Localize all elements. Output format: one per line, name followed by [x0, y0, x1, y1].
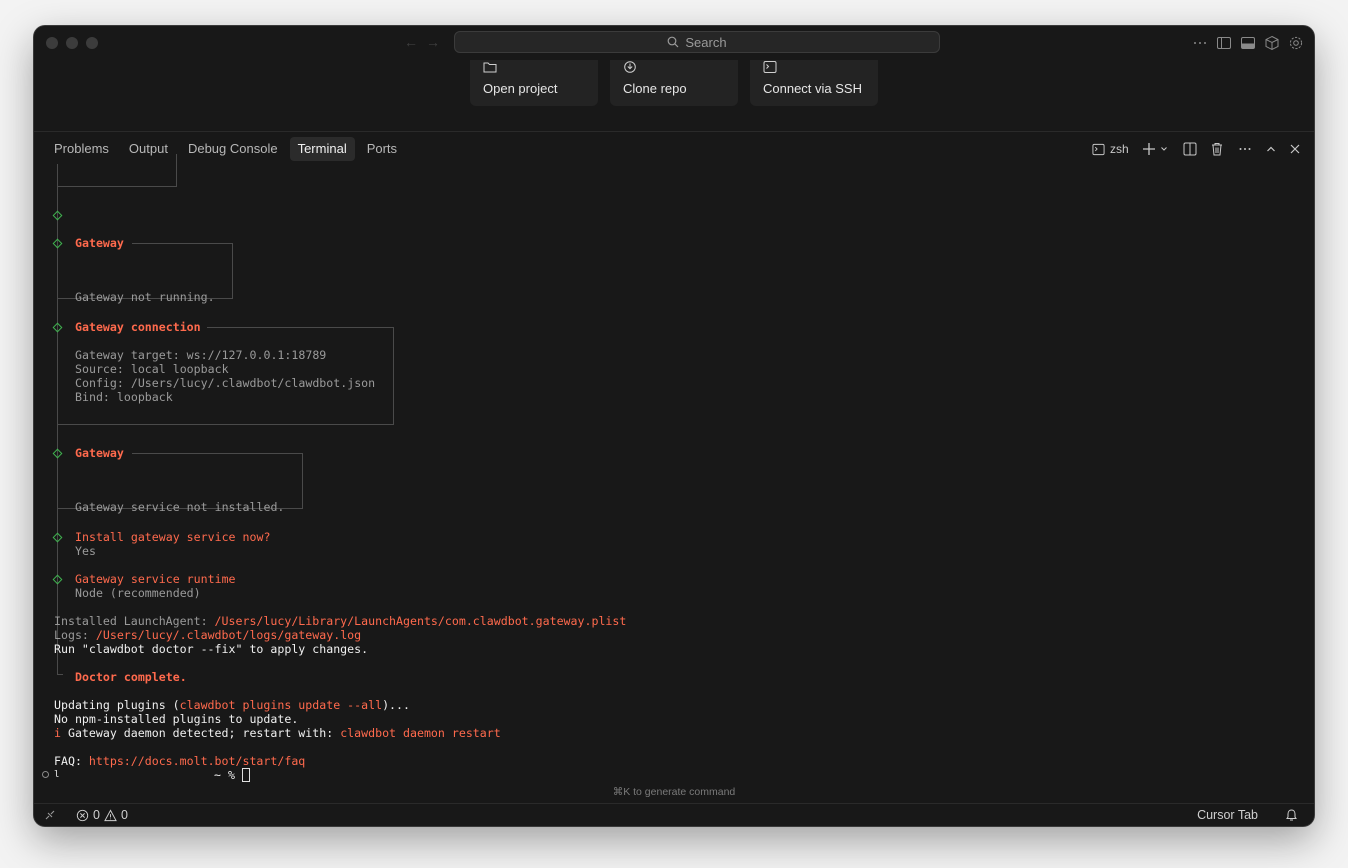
gateway-config-line: Config: /Users/lucy/.clawdbot/clawdbot.j… [75, 376, 376, 390]
warning-icon [104, 808, 117, 821]
tab-ports[interactable]: Ports [359, 137, 405, 161]
no-plugins-line: No npm-installed plugins to update. [54, 712, 299, 726]
quick-actions: Open project Clone repo Connect via SSH [34, 60, 1314, 132]
toggle-panel-icon[interactable] [1240, 35, 1256, 51]
open-project-label: Open project [483, 81, 558, 96]
runtime-question: Gateway service runtime [75, 572, 236, 586]
updating-command: clawdbot plugins update --all [179, 698, 383, 712]
trash-icon[interactable] [1210, 142, 1224, 156]
daemon-command: clawdbot daemon restart [340, 726, 501, 740]
panel-more-icon[interactable] [1238, 142, 1252, 156]
search-label: Search [685, 34, 727, 50]
notifications-bell-icon[interactable] [1285, 808, 1298, 822]
zoom-window-button[interactable] [86, 37, 98, 49]
problems-counter[interactable]: 0 0 [76, 804, 128, 826]
install-answer: Yes [75, 544, 96, 558]
step-diamond [52, 574, 63, 585]
gateway-service-title: Gateway [75, 446, 130, 460]
terminal-shell-icon [1092, 143, 1105, 155]
cube-icon[interactable] [1264, 35, 1280, 51]
run-doctor-line: Run "clawdbot doctor --fix" to apply cha… [54, 642, 369, 656]
updating-prefix: Updating plugins ( [54, 698, 180, 712]
remote-connection-icon[interactable] [44, 809, 56, 821]
prompt-indicator-icon [42, 771, 49, 778]
error-count: 0 [93, 808, 100, 822]
terminal-cursor[interactable] [242, 768, 250, 782]
info-mark: i [54, 726, 61, 740]
logs-line: Logs: /Users/lucy/.clawdbot/logs/gateway… [54, 628, 361, 642]
maximize-panel-icon[interactable] [1264, 142, 1278, 156]
forward-arrow-icon[interactable]: → [426, 34, 440, 50]
title-bar: ← → Search [34, 26, 1314, 60]
split-terminal-icon[interactable] [1183, 142, 1197, 156]
error-icon [76, 809, 89, 821]
tree-corner [57, 674, 63, 675]
terminal-icon [763, 61, 777, 73]
folder-icon [483, 62, 497, 73]
doctor-complete: Doctor complete. [75, 670, 187, 684]
more-icon[interactable] [1192, 35, 1208, 51]
cursor-tab-status[interactable]: Cursor Tab [1197, 804, 1258, 826]
gateway-connection-title: Gateway connection [75, 320, 207, 334]
back-arrow-icon[interactable]: ← [404, 34, 418, 50]
editor-window: ← → Search Open project Clone repo Conne… [34, 26, 1314, 826]
launchagent-prefix: Installed LaunchAgent: [54, 614, 215, 628]
previous-box [58, 154, 177, 187]
plus-icon [1143, 143, 1155, 155]
chevron-down-icon[interactable] [1160, 145, 1168, 153]
updating-plugins-line: Updating plugins (clawdbot plugins updat… [54, 698, 410, 712]
open-project-button[interactable]: Open project [470, 60, 598, 106]
daemon-text: Gateway daemon detected; restart with: [60, 726, 341, 740]
gateway-title: Gateway [75, 236, 130, 250]
gateway-bind-line: Bind: loopback [75, 390, 173, 404]
updating-suffix: )... [382, 698, 410, 712]
clone-repo-button[interactable]: Clone repo [610, 60, 738, 106]
box-top-rule [132, 453, 302, 454]
launchagent-line: Installed LaunchAgent: /Users/lucy/Libra… [54, 614, 626, 628]
gateway-target-line: Gateway target: ws://127.0.0.1:18789 [75, 348, 327, 362]
step-diamond [52, 210, 63, 221]
faq-line: FAQ: https://docs.molt.bot/start/faq [54, 754, 305, 768]
launchagent-path: /Users/lucy/Library/LaunchAgents/com.cla… [214, 614, 627, 628]
runtime-answer: Node (recommended) [75, 586, 201, 600]
box-top-rule [132, 243, 232, 244]
connect-ssh-button[interactable]: Connect via SSH [750, 60, 878, 106]
close-window-button[interactable] [46, 37, 58, 49]
tree-line-end [57, 660, 58, 674]
daemon-line: i Gateway daemon detected; restart with:… [54, 726, 501, 740]
box-top-rule [206, 327, 393, 328]
tab-debug-console[interactable]: Debug Console [180, 137, 286, 161]
faq-prefix: FAQ: [54, 754, 89, 768]
search-icon [667, 36, 679, 48]
prompt-left: l [54, 770, 60, 780]
settings-gear-icon[interactable] [1288, 35, 1304, 51]
panel-toolbar: zsh [1074, 137, 1314, 161]
toggle-sidebar-icon[interactable] [1216, 35, 1232, 51]
generate-command-hint: ⌘K to generate command [612, 786, 736, 798]
minimize-window-button[interactable] [66, 37, 78, 49]
terminal-shell-selector[interactable]: zsh [1092, 137, 1129, 161]
warning-count: 0 [120, 808, 128, 822]
gateway-source-line: Source: local loopback [75, 362, 229, 376]
status-bar: 0 0 Cursor Tab [34, 803, 1314, 826]
new-terminal-button[interactable] [1142, 137, 1168, 161]
logs-prefix: Logs: [54, 628, 96, 642]
terminal-output[interactable]: Gateway Gateway not running. Gateway con… [34, 154, 1314, 794]
panel-divider [34, 131, 1314, 132]
logs-path: /Users/lucy/.clawdbot/logs/gateway.log [95, 628, 362, 642]
clone-repo-label: Clone repo [623, 81, 687, 96]
prompt-symbol: ~ % [214, 768, 235, 782]
clone-icon [624, 61, 636, 73]
gateway-service-status: Gateway service not installed. [75, 500, 285, 514]
gateway-status: Gateway not running. [75, 290, 215, 304]
search-bar[interactable]: Search [454, 31, 940, 53]
connect-ssh-label: Connect via SSH [763, 81, 862, 96]
shell-name: zsh [1110, 142, 1129, 156]
tab-terminal[interactable]: Terminal [289, 137, 355, 161]
faq-link[interactable]: https://docs.molt.bot/start/faq [89, 754, 305, 768]
install-question: Install gateway service now? [75, 530, 271, 544]
close-panel-icon[interactable] [1288, 142, 1302, 156]
step-diamond [52, 532, 63, 543]
